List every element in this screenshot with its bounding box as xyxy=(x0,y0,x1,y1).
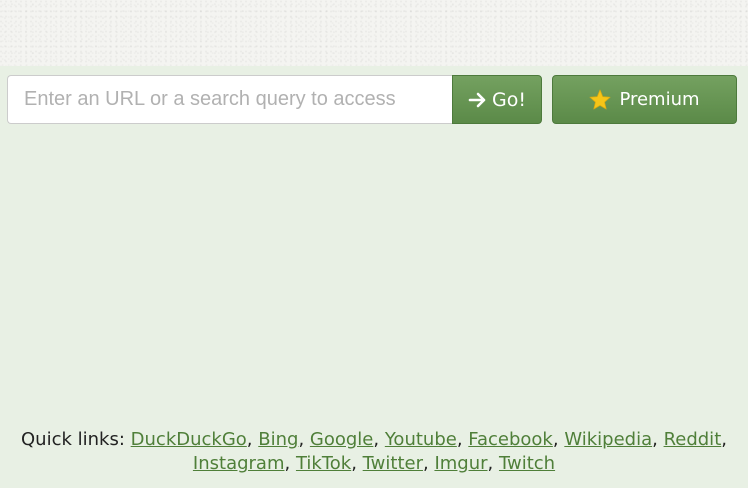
quick-link-twitter[interactable]: Twitter xyxy=(363,453,423,474)
quick-link-facebook[interactable]: Facebook xyxy=(468,429,553,450)
quick-links-row-2: Instagram, TikTok, Twitter, Imgur, Twitc… xyxy=(192,453,556,474)
main-area xyxy=(0,66,748,488)
quick-link-twitch[interactable]: Twitch xyxy=(499,453,555,474)
premium-button[interactable]: Premium xyxy=(552,75,737,124)
star-icon xyxy=(589,89,611,110)
quick-links-label: Quick links: xyxy=(21,429,125,450)
quick-links: Quick links: DuckDuckGo, Bing, Google, Y… xyxy=(0,428,748,476)
search-form: Go! xyxy=(7,75,542,124)
arrow-right-icon xyxy=(468,91,488,109)
quick-links-row-1: Quick links: DuckDuckGo, Bing, Google, Y… xyxy=(21,429,727,450)
url-search-input[interactable] xyxy=(7,75,452,124)
quick-link-bing[interactable]: Bing xyxy=(258,429,298,450)
quick-link-duckduckgo[interactable]: DuckDuckGo xyxy=(131,429,247,450)
go-button[interactable]: Go! xyxy=(452,75,542,124)
quick-link-youtube[interactable]: Youtube xyxy=(385,429,457,450)
quick-link-tiktok[interactable]: TikTok xyxy=(296,453,351,474)
quick-link-reddit[interactable]: Reddit xyxy=(664,429,722,450)
header-band xyxy=(0,0,748,66)
premium-button-label: Premium xyxy=(619,89,700,110)
quick-link-imgur[interactable]: Imgur xyxy=(434,453,487,474)
go-button-label: Go! xyxy=(492,88,526,111)
quick-link-wikipedia[interactable]: Wikipedia xyxy=(564,429,652,450)
quick-link-google[interactable]: Google xyxy=(310,429,373,450)
quick-link-instagram[interactable]: Instagram xyxy=(193,453,285,474)
